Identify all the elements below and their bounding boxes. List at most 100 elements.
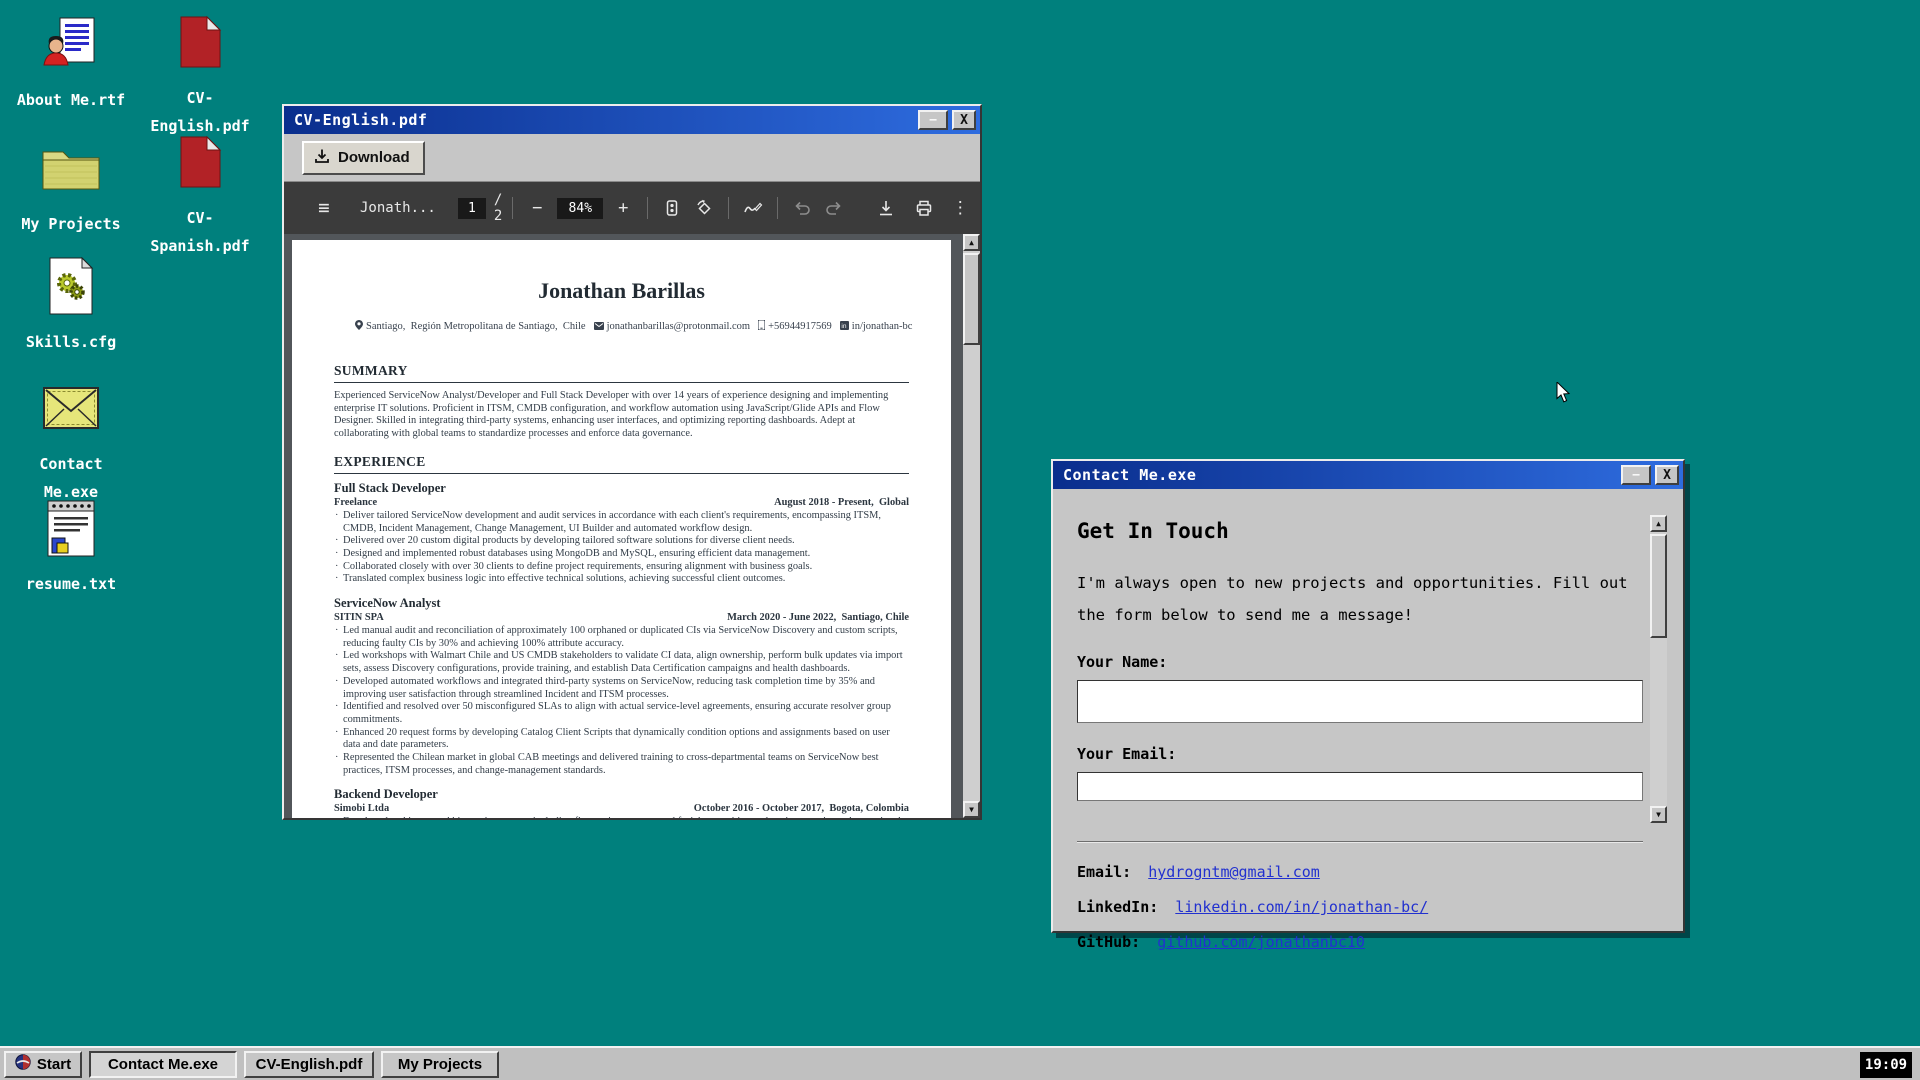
- contact-window-body: Get In Touch I'm always open to new proj…: [1053, 489, 1683, 932]
- pdf-file-icon: [134, 130, 266, 194]
- bullet-item: Enhanced 20 request forms by developing …: [334, 727, 909, 752]
- print-icon[interactable]: [910, 194, 938, 222]
- rtf-document-person-icon: [5, 12, 137, 76]
- start-button[interactable]: Start: [4, 1051, 82, 1078]
- more-options-icon[interactable]: ⋮: [946, 194, 974, 222]
- page-count-label: / 2: [494, 192, 502, 224]
- redo-icon[interactable]: [820, 194, 848, 222]
- minimize-button[interactable]: −: [918, 110, 948, 130]
- zoom-out-icon[interactable]: −: [523, 194, 551, 222]
- scroll-up-icon[interactable]: ▲: [1650, 515, 1667, 532]
- linkedin-link[interactable]: linkedin.com/in/jonathan-bc/: [1175, 898, 1428, 916]
- zoom-in-icon[interactable]: +: [609, 194, 637, 222]
- bullet-item: Designed and implemented robust database…: [334, 548, 909, 561]
- pdf-viewer-window: CV-English.pdf − X Download ≡ Jonath... …: [282, 104, 982, 820]
- zoom-level-value[interactable]: 84%: [557, 198, 603, 219]
- folder-icon: [5, 136, 137, 200]
- bullet-item: Led workshops with Walmart Chile and US …: [334, 650, 909, 675]
- email-link-label: Email:: [1077, 863, 1131, 881]
- github-link-row: GitHub: github.com/jonathanbc10: [1077, 933, 1623, 951]
- pdf-content-area: Jonathan Barillas Santiago, Región Metro…: [284, 234, 980, 818]
- pdf-download-bar: Download: [284, 134, 980, 182]
- taskbar-button-my-projects[interactable]: My Projects: [381, 1051, 499, 1078]
- scroll-down-icon[interactable]: ▼: [1650, 806, 1667, 823]
- resume-name: Jonathan Barillas: [334, 278, 909, 304]
- job-entry: Backend Developer Simobi Ltda October 20…: [334, 787, 909, 818]
- close-button[interactable]: X: [1655, 465, 1679, 485]
- email-input[interactable]: [1077, 772, 1643, 801]
- toolbar-download-icon[interactable]: [872, 194, 900, 222]
- pdf-doc-title: Jonath...: [360, 200, 436, 216]
- contact-window-titlebar[interactable]: Contact Me.exe − X: [1053, 461, 1683, 489]
- email-field-label: Your Email:: [1077, 745, 1623, 763]
- icon-label: About Me.rtf: [5, 86, 137, 114]
- job-title: Full Stack Developer: [334, 481, 909, 496]
- scroll-down-icon[interactable]: ▼: [963, 801, 980, 818]
- bullet-item: Led manual audit and reconciliation of a…: [334, 625, 909, 650]
- desktop-icon-cv-spanish[interactable]: CV- Spanish.pdf: [134, 130, 266, 260]
- desktop-icon-contact-me-exe[interactable]: Contact Me.exe: [5, 376, 137, 506]
- bullet-item: Collaborated closely with over 30 client…: [334, 561, 909, 574]
- scroll-up-icon[interactable]: ▲: [963, 234, 980, 251]
- job-entry: Full Stack Developer Freelance August 20…: [334, 481, 909, 586]
- page-number-input[interactable]: 1: [458, 198, 486, 219]
- annotate-pen-icon[interactable]: [739, 194, 767, 222]
- pdf-window-title: CV-English.pdf: [294, 111, 914, 129]
- download-button[interactable]: Download: [302, 141, 425, 175]
- taskbar-clock: 19:09: [1860, 1052, 1912, 1078]
- scrollbar-thumb[interactable]: [1650, 534, 1667, 638]
- menu-icon[interactable]: ≡: [310, 194, 338, 222]
- email-link-row: Email: hydrogntm@gmail.com: [1077, 863, 1623, 881]
- download-button-label: Download: [338, 149, 410, 166]
- taskbar-button-cv-english[interactable]: CV-English.pdf: [244, 1051, 374, 1078]
- scrollbar-thumb[interactable]: [963, 253, 980, 345]
- github-link-label: GitHub:: [1077, 933, 1140, 951]
- desktop-icon-cv-english[interactable]: CV- English.pdf: [134, 10, 266, 140]
- undo-icon[interactable]: [788, 194, 816, 222]
- minimize-button[interactable]: −: [1621, 465, 1651, 485]
- name-input[interactable]: [1077, 680, 1643, 723]
- icon-label: CV-: [134, 84, 266, 112]
- job-company: Freelance: [334, 497, 377, 508]
- job-bullets: Deliver tailored ServiceNow development …: [334, 510, 909, 586]
- taskbar: Start Contact Me.exe CV-English.pdf My P…: [0, 1046, 1920, 1080]
- job-company: SITIN SPA: [334, 612, 384, 623]
- rotate-icon[interactable]: [690, 194, 718, 222]
- divider: [1077, 841, 1643, 843]
- fit-to-page-icon[interactable]: [658, 194, 686, 222]
- bullet-item: Delivered over 20 custom digital product…: [334, 535, 909, 548]
- resume-location: Santiago, Región Metropolitana de Santia…: [366, 321, 586, 332]
- contact-me-window: Contact Me.exe − X Get In Touch I'm alwa…: [1051, 459, 1685, 933]
- pdf-toolbar: ≡ Jonath... 1 / 2 − 84% +: [284, 182, 980, 234]
- resume-email: jonathanbarillas@protonmail.com: [607, 321, 751, 332]
- desktop-icon-about-me[interactable]: About Me.rtf: [5, 12, 137, 114]
- summary-text: Experienced ServiceNow Analyst/Developer…: [334, 390, 909, 441]
- download-icon: [314, 148, 330, 168]
- name-field-label: Your Name:: [1077, 653, 1623, 671]
- config-file-gears-icon: [5, 254, 137, 318]
- bullet-item: Translated complex business logic into e…: [334, 573, 909, 586]
- pdf-window-titlebar[interactable]: CV-English.pdf − X: [284, 106, 980, 134]
- email-link[interactable]: hydrogntm@gmail.com: [1148, 863, 1320, 881]
- icon-label: My Projects: [5, 210, 137, 238]
- pdf-scrollbar[interactable]: ▲ ▼: [963, 234, 980, 818]
- job-bullets: Led manual audit and reconciliation of a…: [334, 625, 909, 777]
- pdf-file-icon: [134, 10, 266, 74]
- desktop-icon-my-projects[interactable]: My Projects: [5, 136, 137, 238]
- contact-scrollbar[interactable]: ▲ ▼: [1650, 515, 1667, 823]
- desktop-icon-skills-cfg[interactable]: Skills.cfg: [5, 254, 137, 356]
- icon-label: Spanish.pdf: [134, 232, 266, 260]
- desktop-icon-resume-txt[interactable]: resume.txt: [5, 496, 137, 598]
- svg-text:in: in: [841, 323, 846, 330]
- job-date-location: March 2020 - June 2022, Santiago, Chile: [727, 612, 909, 623]
- taskbar-button-contact-me[interactable]: Contact Me.exe: [89, 1051, 237, 1078]
- github-link[interactable]: github.com/jonathanbc10: [1157, 933, 1365, 951]
- notepad-text-file-icon: [5, 496, 137, 560]
- start-button-label: Start: [37, 1056, 71, 1073]
- close-button[interactable]: X: [952, 110, 976, 130]
- job-bullets: Developed and integrated biometric syste…: [334, 816, 909, 818]
- envelope-icon: [5, 376, 137, 440]
- mouse-cursor: [1556, 382, 1571, 407]
- resume-page: Jonathan Barillas Santiago, Región Metro…: [292, 240, 951, 818]
- get-in-touch-heading: Get In Touch: [1077, 519, 1623, 543]
